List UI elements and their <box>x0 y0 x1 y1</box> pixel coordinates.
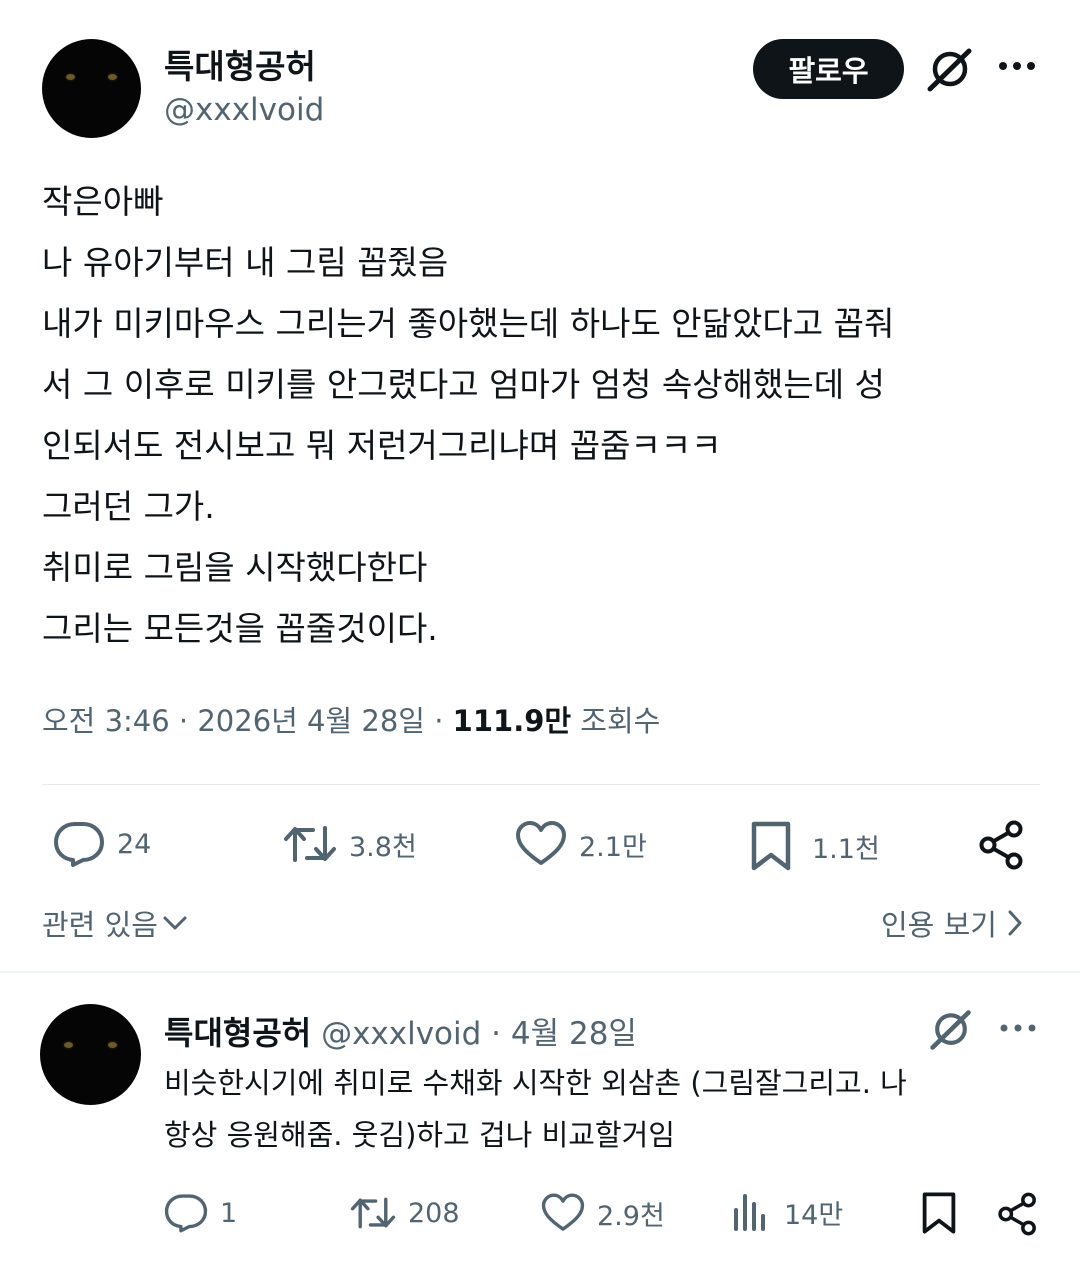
view-quotes-link[interactable]: 인용 보기 <box>881 902 1023 944</box>
post-body-line: 서 그 이후로 미키를 안그렸다고 엄마가 엄청 속상해했는데 성 <box>42 365 885 404</box>
views-icon <box>732 1192 768 1232</box>
chevron-right-icon <box>1007 909 1023 937</box>
meta-separator: · <box>169 704 198 738</box>
reply-author-name[interactable]: 특대형공허 <box>164 1014 311 1052</box>
post-body-line: 작은아빠 <box>42 182 164 221</box>
reply-count: 24 <box>117 828 152 860</box>
reply-button[interactable]: 24 <box>53 820 151 868</box>
meta-separator: · <box>425 704 453 738</box>
reply-repost-count: 208 <box>408 1197 460 1229</box>
post-body-line: 취미로 그림을 시작했다한다 <box>42 548 428 587</box>
post-body-line: 인되서도 전시보고 뭐 저런거그리냐며 꼽줌ㅋㅋㅋ <box>42 426 722 465</box>
reply-views-count: 14만 <box>784 1199 844 1231</box>
like-icon <box>541 1192 585 1234</box>
reply-views-button[interactable]: 14만 <box>732 1192 843 1232</box>
views-label: 조회수 <box>580 704 661 738</box>
views-count: 111.9만 <box>452 704 572 738</box>
post-body-line: 그리는 모든것을 꼽줄것이다. <box>42 609 438 648</box>
avatar-eye-left <box>66 74 75 80</box>
bookmark-icon[interactable] <box>921 1191 957 1235</box>
reply-header: 특대형공허 @xxxlvoid · 4월 28일 <box>164 1008 637 1054</box>
repost-icon <box>350 1192 396 1234</box>
avatar-eye-right <box>108 74 117 80</box>
reply-date[interactable]: 4월 28일 <box>511 1016 637 1052</box>
related-toggle[interactable]: 관련 있음 <box>42 902 188 944</box>
more-icon[interactable] <box>997 58 1039 74</box>
reply-reply-count: 1 <box>220 1197 238 1229</box>
reply-body: 비슷한시기에 취미로 수채화 시작한 외삼촌 (그림잘그리고. 나 항상 응원해… <box>164 1057 907 1161</box>
grok-icon[interactable] <box>925 45 975 95</box>
repost-icon <box>283 820 337 868</box>
reply-like-count: 2.9천 <box>597 1200 665 1232</box>
post-body-line: 그러던 그가. <box>42 487 215 526</box>
bookmark-count: 1.1천 <box>812 833 880 865</box>
like-button[interactable]: 2.1만 <box>515 820 647 868</box>
reply-icon <box>53 820 105 868</box>
more-icon[interactable] <box>999 1021 1037 1035</box>
reply-reply-button[interactable]: 1 <box>164 1192 237 1234</box>
repost-count: 3.8천 <box>349 831 417 863</box>
bookmark-icon <box>750 820 792 872</box>
reply-like-button[interactable]: 2.9천 <box>541 1192 665 1234</box>
post-body: 작은아빠 나 유아기부터 내 그림 꼽줬음 내가 미키마우스 그리는거 좋아했는… <box>42 171 894 659</box>
post-body-line: 내가 미키마우스 그리는거 좋아했는데 하나도 안닮았다고 꼽줘 <box>42 304 895 343</box>
section-divider <box>0 971 1080 973</box>
reply-icon <box>164 1192 208 1234</box>
author-name[interactable]: 특대형공허 <box>164 40 316 88</box>
post-body-line: 나 유아기부터 내 그림 꼽줬음 <box>42 243 449 282</box>
divider <box>42 784 1040 785</box>
post-date[interactable]: 2026년 4월 28일 <box>197 704 425 738</box>
like-icon <box>515 820 567 868</box>
post-meta: 오전 3:46 · 2026년 4월 28일 · 111.9만 조회수 <box>42 698 660 740</box>
related-label: 관련 있음 <box>42 908 158 942</box>
author-avatar[interactable] <box>42 39 141 138</box>
reply-repost-button[interactable]: 208 <box>350 1192 460 1234</box>
follow-button[interactable]: 팔로우 <box>753 39 904 99</box>
avatar-eye-left <box>64 1042 73 1048</box>
bookmark-button[interactable]: 1.1천 <box>750 820 880 872</box>
author-handle[interactable]: @xxxlvoid <box>164 92 324 128</box>
reply-author-handle[interactable]: @xxxlvoid <box>321 1016 481 1052</box>
grok-icon[interactable] <box>928 1007 974 1053</box>
reply-body-line: 항상 응원해줌. 웃김)하고 겁나 비교할거임 <box>164 1118 675 1152</box>
reply-body-line: 비슷한시기에 취미로 수채화 시작한 외삼촌 (그림잘그리고. 나 <box>164 1066 907 1100</box>
chevron-down-icon <box>162 915 188 931</box>
repost-button[interactable]: 3.8천 <box>283 820 417 868</box>
like-count: 2.1만 <box>579 831 647 863</box>
avatar-eye-right <box>108 1042 117 1048</box>
meta-separator: · <box>481 1016 511 1052</box>
reply-author-avatar[interactable] <box>40 1004 141 1105</box>
share-icon[interactable] <box>978 820 1026 870</box>
quotes-label: 인용 보기 <box>881 908 997 942</box>
post-time[interactable]: 오전 3:46 <box>42 704 170 738</box>
share-icon[interactable] <box>997 1192 1039 1236</box>
